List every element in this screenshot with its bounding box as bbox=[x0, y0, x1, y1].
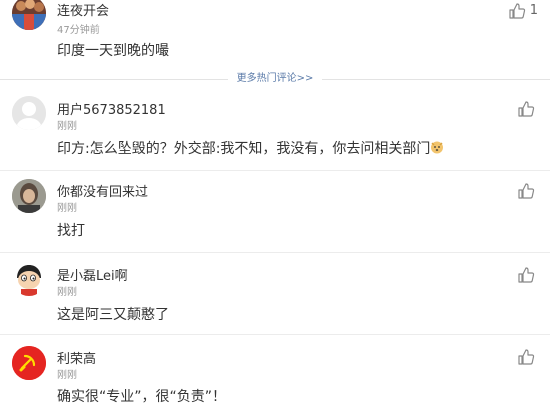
thumbs-up-icon[interactable] bbox=[517, 266, 535, 284]
timestamp: 刚刚 bbox=[57, 287, 77, 298]
comment-item: 连夜开会 47分钟前 印度一天到晚的嘬 1 bbox=[0, 0, 550, 70]
crowd-photo-avatar-icon bbox=[12, 0, 46, 30]
thumbs-up-icon[interactable] bbox=[517, 100, 535, 118]
avatar[interactable] bbox=[12, 262, 46, 296]
comment-text: 这是阿三又颠憨了 bbox=[57, 307, 169, 323]
avatar[interactable] bbox=[12, 179, 46, 213]
divider bbox=[0, 334, 550, 335]
comment-item: 用户5673852181 刚刚 印方:怎么坠毁的？外交部:我不知，我没有，你去问… bbox=[0, 96, 550, 170]
username[interactable]: 你都没有回来过 bbox=[57, 181, 148, 200]
avatar[interactable] bbox=[12, 96, 46, 130]
avatar[interactable] bbox=[12, 346, 46, 380]
thumbs-up-icon[interactable] bbox=[517, 182, 535, 200]
username[interactable]: 连夜开会 bbox=[57, 0, 109, 19]
thumbs-up-icon[interactable] bbox=[508, 2, 526, 20]
default-user-avatar-icon bbox=[12, 96, 46, 130]
cartoon-boy-avatar-icon bbox=[12, 262, 46, 296]
more-hot-comments: 更多热门评论>> bbox=[0, 72, 550, 86]
thumbs-up-icon[interactable] bbox=[517, 348, 535, 366]
username[interactable]: 用户5673852181 bbox=[57, 99, 166, 118]
divider bbox=[0, 170, 550, 171]
timestamp: 47分钟前 bbox=[57, 25, 100, 36]
comment-item: 你都没有回来过 刚刚 找打 bbox=[0, 178, 550, 252]
comment-text: 印度一天到晚的嘬 bbox=[57, 43, 169, 59]
comment-text: 找打 bbox=[57, 223, 85, 239]
username[interactable]: 利荣高 bbox=[57, 348, 96, 367]
comment-text: 印方:怎么坠毁的？外交部:我不知，我没有，你去问相关部门 bbox=[57, 138, 444, 158]
more-hot-comments-link[interactable]: 更多热门评论>> bbox=[0, 72, 550, 86]
comment-text-body: 印方:怎么坠毁的？外交部:我不知，我没有，你去问相关部门 bbox=[57, 141, 431, 157]
comment-item: 利荣高 刚刚 确实很“专业”，很“负责”！ bbox=[0, 345, 550, 416]
doge-emoji-icon bbox=[431, 141, 444, 154]
username[interactable]: 是小磊Lei啊 bbox=[57, 265, 128, 284]
comment-text: 确实很“专业”，很“负责”！ bbox=[57, 389, 227, 405]
red-flag-avatar-icon bbox=[12, 346, 46, 380]
avatar[interactable] bbox=[12, 0, 46, 30]
comment-item: 是小磊Lei啊 刚刚 这是阿三又颠憨了 bbox=[0, 262, 550, 336]
divider bbox=[0, 252, 550, 253]
timestamp: 刚刚 bbox=[57, 203, 77, 214]
timestamp: 刚刚 bbox=[57, 121, 77, 132]
photo-avatar-icon bbox=[12, 179, 46, 213]
timestamp: 刚刚 bbox=[57, 370, 77, 381]
like-count: 1 bbox=[529, 3, 538, 18]
